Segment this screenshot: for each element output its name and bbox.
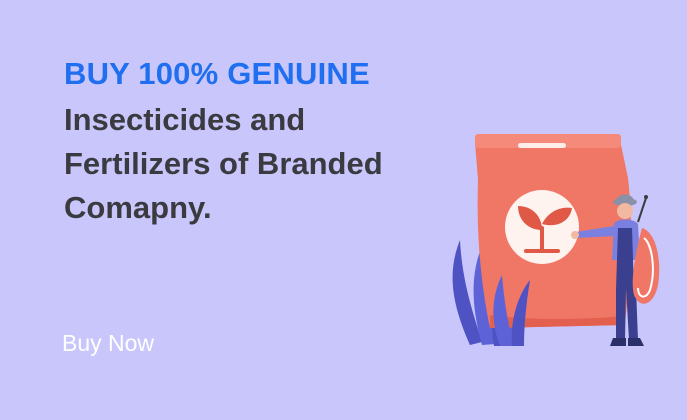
fertilizer-illustration	[452, 134, 660, 346]
headline-line: Fertilizers of Branded	[64, 146, 383, 181]
headline-line: Insecticides and	[64, 102, 306, 137]
headline-accent: BUY 100% GENUINE	[64, 56, 370, 91]
headline: Insecticides and Fertilizers of Branded …	[64, 98, 484, 230]
sprout-icon	[505, 190, 579, 264]
buy-now-link[interactable]: Buy Now	[62, 330, 154, 357]
promo-banner: BUY 100% GENUINE Insecticides and Fertil…	[0, 0, 687, 420]
headline-line: Comapny.	[64, 190, 212, 225]
